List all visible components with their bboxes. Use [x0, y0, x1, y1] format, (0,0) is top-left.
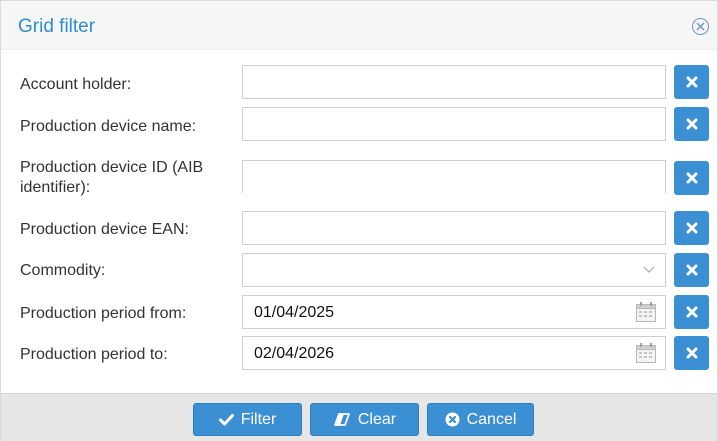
- clear-button-label: Clear: [357, 410, 397, 428]
- circle-x-icon: [696, 22, 705, 31]
- cancel-button[interactable]: Cancel: [427, 403, 534, 436]
- device-id-label: Production device ID (AIB identifier):: [20, 158, 240, 198]
- device-id-label-line1: Production device ID (AIB: [20, 159, 204, 176]
- period-to-input[interactable]: 02/04/2026: [242, 336, 666, 370]
- clear-account-holder-button[interactable]: [674, 65, 709, 99]
- period-to-label: Production period to:: [20, 346, 168, 363]
- period-from-input[interactable]: 01/04/2025: [242, 295, 666, 329]
- period-from-label: Production period from:: [20, 305, 187, 322]
- clear-device-ean-button[interactable]: [674, 211, 709, 245]
- account-holder-label: Account holder:: [20, 76, 132, 93]
- x-icon: [686, 222, 697, 234]
- circle-x-icon: [445, 412, 460, 427]
- clear-commodity-button[interactable]: [674, 253, 709, 287]
- device-id-label-line2: identifier):: [20, 179, 91, 196]
- x-icon: [686, 306, 697, 318]
- check-icon: [218, 413, 234, 425]
- eraser-icon: [333, 413, 350, 426]
- device-name-input[interactable]: [242, 107, 666, 141]
- close-button[interactable]: [692, 18, 709, 35]
- period-from-value: 01/04/2025: [254, 304, 335, 321]
- clear-device-id-button[interactable]: [674, 161, 709, 195]
- clear-button[interactable]: Clear: [310, 403, 419, 436]
- commodity-select[interactable]: [242, 253, 666, 287]
- chevron-down-icon: [643, 266, 655, 273]
- device-ean-label: Production device EAN:: [20, 221, 189, 238]
- clear-device-name-button[interactable]: [674, 107, 709, 141]
- commodity-label: Commodity:: [20, 262, 106, 279]
- dialog-footer: Filter Clear Cancel: [1, 393, 717, 441]
- device-id-input[interactable]: [242, 160, 666, 193]
- period-to-value: 02/04/2026: [254, 345, 335, 362]
- device-ean-input[interactable]: [242, 211, 666, 245]
- cancel-button-label: Cancel: [466, 410, 517, 428]
- x-icon: [686, 76, 697, 88]
- x-icon: [686, 172, 697, 184]
- calendar-icon[interactable]: [635, 301, 657, 323]
- device-name-label: Production device name:: [20, 118, 197, 135]
- clear-period-from-button[interactable]: [674, 295, 709, 329]
- account-holder-input[interactable]: [242, 65, 666, 99]
- x-icon: [686, 118, 697, 130]
- dialog-title: Grid filter: [18, 16, 96, 37]
- dialog-titlebar: Grid filter: [1, 1, 717, 50]
- calendar-icon[interactable]: [635, 342, 657, 364]
- filter-button-label: Filter: [240, 410, 277, 428]
- filter-button[interactable]: Filter: [193, 403, 302, 436]
- grid-filter-dialog: Grid filter Account holder: Production d…: [0, 0, 718, 441]
- clear-period-to-button[interactable]: [674, 336, 709, 370]
- x-icon: [686, 264, 697, 276]
- x-icon: [686, 347, 697, 359]
